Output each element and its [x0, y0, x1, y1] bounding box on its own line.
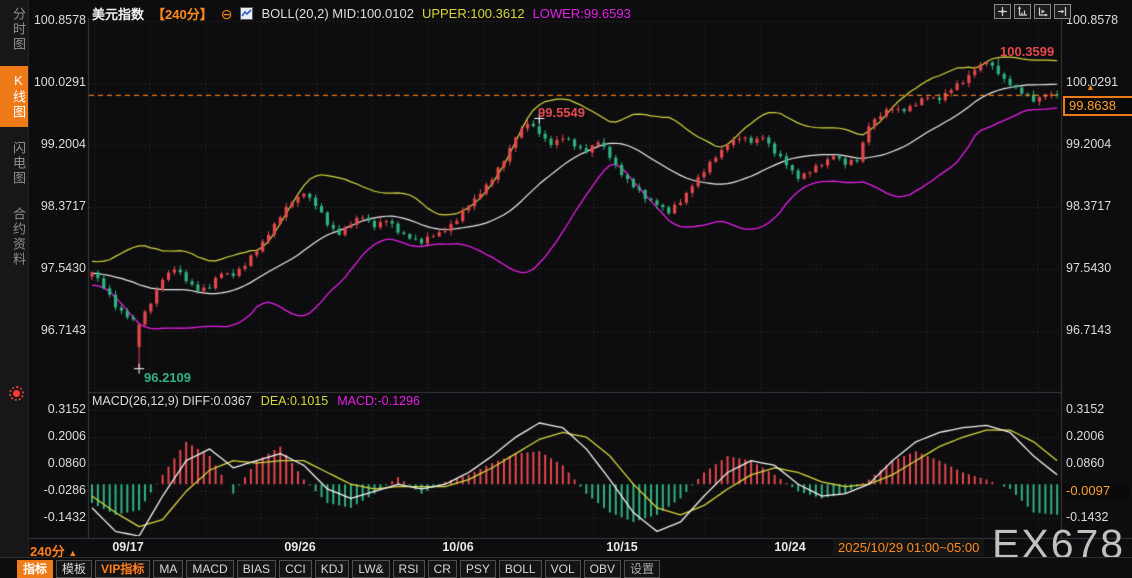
- toolbar-item-VOL[interactable]: VOL: [544, 559, 581, 578]
- chart-header: 美元指数 【240分】 ⊖ BOLL(20,2) MID:100.0102 UP…: [92, 4, 631, 23]
- toolbar-item-RSI[interactable]: RSI: [392, 559, 425, 578]
- toolbar-item-CCI[interactable]: CCI: [279, 559, 312, 578]
- sidebar-tab-2[interactable]: 闪电图: [0, 134, 28, 193]
- jump-to-latest-icon[interactable]: [1054, 4, 1071, 19]
- main-tick-left-1: 100.0291: [33, 75, 86, 89]
- sidebar-tab-1[interactable]: K线图: [0, 66, 28, 127]
- x-axis-label-2: 10/06: [442, 540, 474, 554]
- main-tick-left-3: 98.3717: [40, 199, 86, 213]
- x-axis-label-3: 10/15: [606, 540, 638, 554]
- macd-dea-label: DEA:0.1015: [260, 394, 329, 408]
- macd-current-tag: -0.0097: [1063, 483, 1130, 499]
- boll-lower-label: LOWER:99.6593: [532, 6, 631, 21]
- annotation-low: 96.2109: [144, 370, 191, 385]
- left-sidebar: 分时图 K线图闪电图合约资料: [0, 0, 29, 557]
- x-axis-label-1: 09/26: [284, 540, 316, 554]
- toolbar-item-CR[interactable]: CR: [427, 559, 457, 578]
- main-tick-left-0: 100.8578: [33, 13, 86, 27]
- toolbar-item-OBV[interactable]: OBV: [583, 559, 621, 578]
- main-tick-right-4: 97.5430: [1066, 261, 1112, 275]
- macd-tick-right-0: 0.3152: [1066, 402, 1105, 416]
- scale-x-axis-icon[interactable]: [1034, 4, 1051, 19]
- chart-app: 分时图 K线图闪电图合约资料 美元指数 【240分】 ⊖ BOLL(20,2) M…: [0, 0, 1132, 578]
- macd-tick-left-4: -0.1432: [43, 510, 86, 524]
- macd-tick-left-0: 0.3152: [47, 402, 86, 416]
- toolbar-item-设置[interactable]: 设置: [623, 559, 660, 578]
- chart-tool-icons: [994, 4, 1071, 19]
- main-tick-right-3: 98.3717: [1066, 199, 1112, 213]
- macd-header: MACD(26,12,9) DIFF:0.0367 DEA:0.1015 MAC…: [92, 394, 420, 408]
- main-tick-right-0: 100.8578: [1066, 13, 1119, 27]
- date-range-label: 2025/10/29 01:00~05:00: [833, 539, 985, 556]
- macd-tick-left-1: 0.2006: [47, 429, 86, 443]
- toolbar-item-MACD[interactable]: MACD: [186, 559, 234, 578]
- macd-tick-right-1: 0.2006: [1066, 429, 1105, 443]
- macd-tick-left-2: 0.0860: [47, 456, 86, 470]
- sidebar-tabs: 分时图 K线图闪电图合约资料: [0, 0, 28, 274]
- toolbar-item-模板[interactable]: 模板: [56, 559, 93, 578]
- main-tick-right-1: 100.0291: [1066, 75, 1119, 89]
- alert-indicator-icon[interactable]: [9, 386, 24, 401]
- chart-type-icon[interactable]: [240, 7, 254, 20]
- x-axis-label-4: 10/24: [774, 540, 806, 554]
- price-chart-canvas[interactable]: [0, 0, 1132, 578]
- main-tick-left-5: 96.7143: [40, 323, 86, 337]
- price-up-arrow-icon: ▲: [1086, 82, 1095, 92]
- toolbar-item-LW&[interactable]: LW&: [352, 559, 390, 578]
- macd-tick-right-4: -0.1432: [1066, 510, 1109, 524]
- main-tick-left-4: 97.5430: [40, 261, 86, 275]
- toolbar-item-VIP指标[interactable]: VIP指标: [95, 559, 151, 578]
- boll-upper-label: UPPER:100.3612: [421, 6, 525, 21]
- annotation-swing-high: 99.5549: [538, 105, 585, 120]
- macd-tick-left-3: -0.0286: [43, 483, 86, 497]
- sidebar-tab-3[interactable]: 合约资料: [0, 200, 28, 274]
- indicator-toolbar: 指标 模板 VIP指标 MA MACD BIAS CCI KDJ LW& RSI CR PSY BOLL…: [17, 559, 660, 578]
- period-badge[interactable]: 【240分】: [152, 4, 213, 23]
- boll-mid-label: BOLL(20,2) MID:100.0102: [261, 6, 414, 21]
- collapse-indicator-icon[interactable]: ⊖: [221, 7, 233, 21]
- toolbar-item-BIAS[interactable]: BIAS: [236, 559, 277, 578]
- symbol-title: 美元指数: [92, 7, 145, 22]
- main-tick-left-2: 99.2004: [40, 137, 86, 151]
- macd-tick-right-2: 0.0860: [1066, 456, 1105, 470]
- toolbar-item-BOLL[interactable]: BOLL: [498, 559, 542, 578]
- macd-params-diff-label: MACD(26,12,9) DIFF:0.0367: [92, 394, 252, 408]
- toolbar-item-KDJ[interactable]: KDJ: [314, 559, 350, 578]
- toolbar-item-PSY[interactable]: PSY: [459, 559, 496, 578]
- sidebar-tab-0[interactable]: 分时图: [0, 0, 28, 59]
- main-tick-right-2: 99.2004: [1066, 137, 1112, 151]
- current-price-tag: 99.8638: [1063, 96, 1132, 116]
- main-tick-right-5: 96.7143: [1066, 323, 1112, 337]
- toolbar-item-MA[interactable]: MA: [153, 559, 184, 578]
- x-axis-label-0: 09/17: [112, 540, 144, 554]
- toolbar-item-指标[interactable]: 指标: [17, 559, 54, 578]
- macd-hist-label: MACD:-0.1296: [337, 394, 420, 408]
- annotation-high: 100.3599: [1000, 44, 1055, 59]
- crosshair-pan-icon[interactable]: [994, 4, 1011, 19]
- scale-y-axis-icon[interactable]: [1014, 4, 1031, 19]
